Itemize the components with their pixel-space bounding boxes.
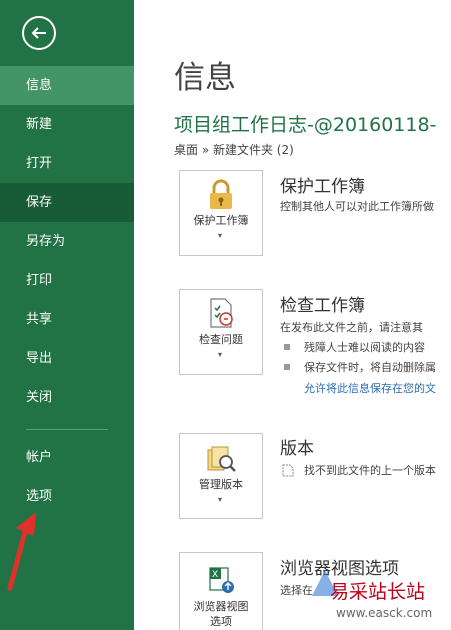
browser-view-options-button-label-1: 浏览器视图	[193, 600, 249, 613]
browser-view-options-button[interactable]: X 浏览器视图 选项	[179, 552, 263, 630]
sidebar-item-save[interactable]: 保存	[0, 183, 134, 222]
protect-workbook-title: 保护工作簿	[280, 177, 365, 197]
inspect-bullet-accessibility: 残障人士难以阅读的内容	[304, 341, 425, 354]
versions-desc: 找不到此文件的上一个版本	[304, 464, 436, 477]
inspect-bullet-properties: 保存文件时，将自动删除属	[304, 361, 436, 374]
chevron-down-icon: ▾	[218, 350, 223, 359]
allow-save-info-link[interactable]: 允许将此信息保存在您的文	[304, 380, 436, 396]
chevron-down-icon: ▾	[218, 231, 223, 240]
inspect-workbook-title: 检查工作簿	[280, 296, 365, 316]
bullet-icon	[284, 364, 290, 370]
sidebar-item-account[interactable]: 帐户	[0, 438, 134, 477]
manage-versions-button-label: 管理版本	[199, 478, 243, 491]
browser-view-options-desc: 选择在	[280, 584, 313, 597]
protect-workbook-button[interactable]: 保护工作簿 ▾	[179, 170, 263, 256]
sidebar-item-print[interactable]: 打印	[0, 261, 134, 300]
watermark-url: www.easck.com	[336, 606, 433, 620]
watermark-text: 易采站长站	[330, 581, 426, 603]
info-panel: 信息 项目组工作日志-@20160118- 桌面 » 新建文件夹 (2) 保护工…	[134, 0, 451, 630]
page-title: 信息	[174, 60, 236, 96]
svg-text:X: X	[212, 570, 218, 580]
inspect-document-icon	[210, 298, 233, 328]
sidebar-item-save-as[interactable]: 另存为	[0, 222, 134, 261]
bullet-icon	[284, 344, 290, 350]
sidebar-item-export[interactable]: 导出	[0, 339, 134, 378]
sidebar-divider	[26, 429, 108, 430]
protect-workbook-desc: 控制其他人可以对此工作簿所做	[280, 200, 434, 213]
sidebar-item-new[interactable]: 新建	[0, 105, 134, 144]
versions-title: 版本	[280, 439, 314, 459]
back-arrow-icon	[31, 27, 46, 39]
document-icon	[282, 464, 294, 477]
excel-browser-icon: X	[209, 567, 234, 593]
file-name: 项目组工作日志-@20160118-	[174, 114, 437, 136]
sidebar-item-options[interactable]: 选项	[0, 477, 134, 516]
inspect-workbook-desc: 在发布此文件之前，请注意其	[280, 321, 423, 334]
sidebar-item-info[interactable]: 信息	[0, 66, 134, 105]
check-for-issues-button[interactable]: 检查问题 ▾	[179, 289, 263, 375]
lock-key-icon	[210, 179, 232, 209]
check-for-issues-button-label: 检查问题	[199, 333, 243, 346]
sidebar-item-share[interactable]: 共享	[0, 300, 134, 339]
back-button[interactable]	[22, 16, 56, 50]
browser-view-options-button-label-2: 选项	[210, 615, 232, 628]
manage-versions-button[interactable]: 管理版本 ▾	[179, 433, 263, 519]
manage-versions-icon	[207, 446, 236, 472]
breadcrumb[interactable]: 桌面 » 新建文件夹 (2)	[174, 141, 294, 158]
sidebar-item-open[interactable]: 打开	[0, 144, 134, 183]
backstage-sidebar: 信息 新建 打开 保存 另存为 打印 共享 导出 关闭 帐户 选项	[0, 0, 134, 630]
chevron-down-icon: ▾	[218, 495, 223, 504]
sidebar-item-close[interactable]: 关闭	[0, 378, 134, 417]
protect-workbook-button-label: 保护工作簿	[193, 214, 249, 227]
